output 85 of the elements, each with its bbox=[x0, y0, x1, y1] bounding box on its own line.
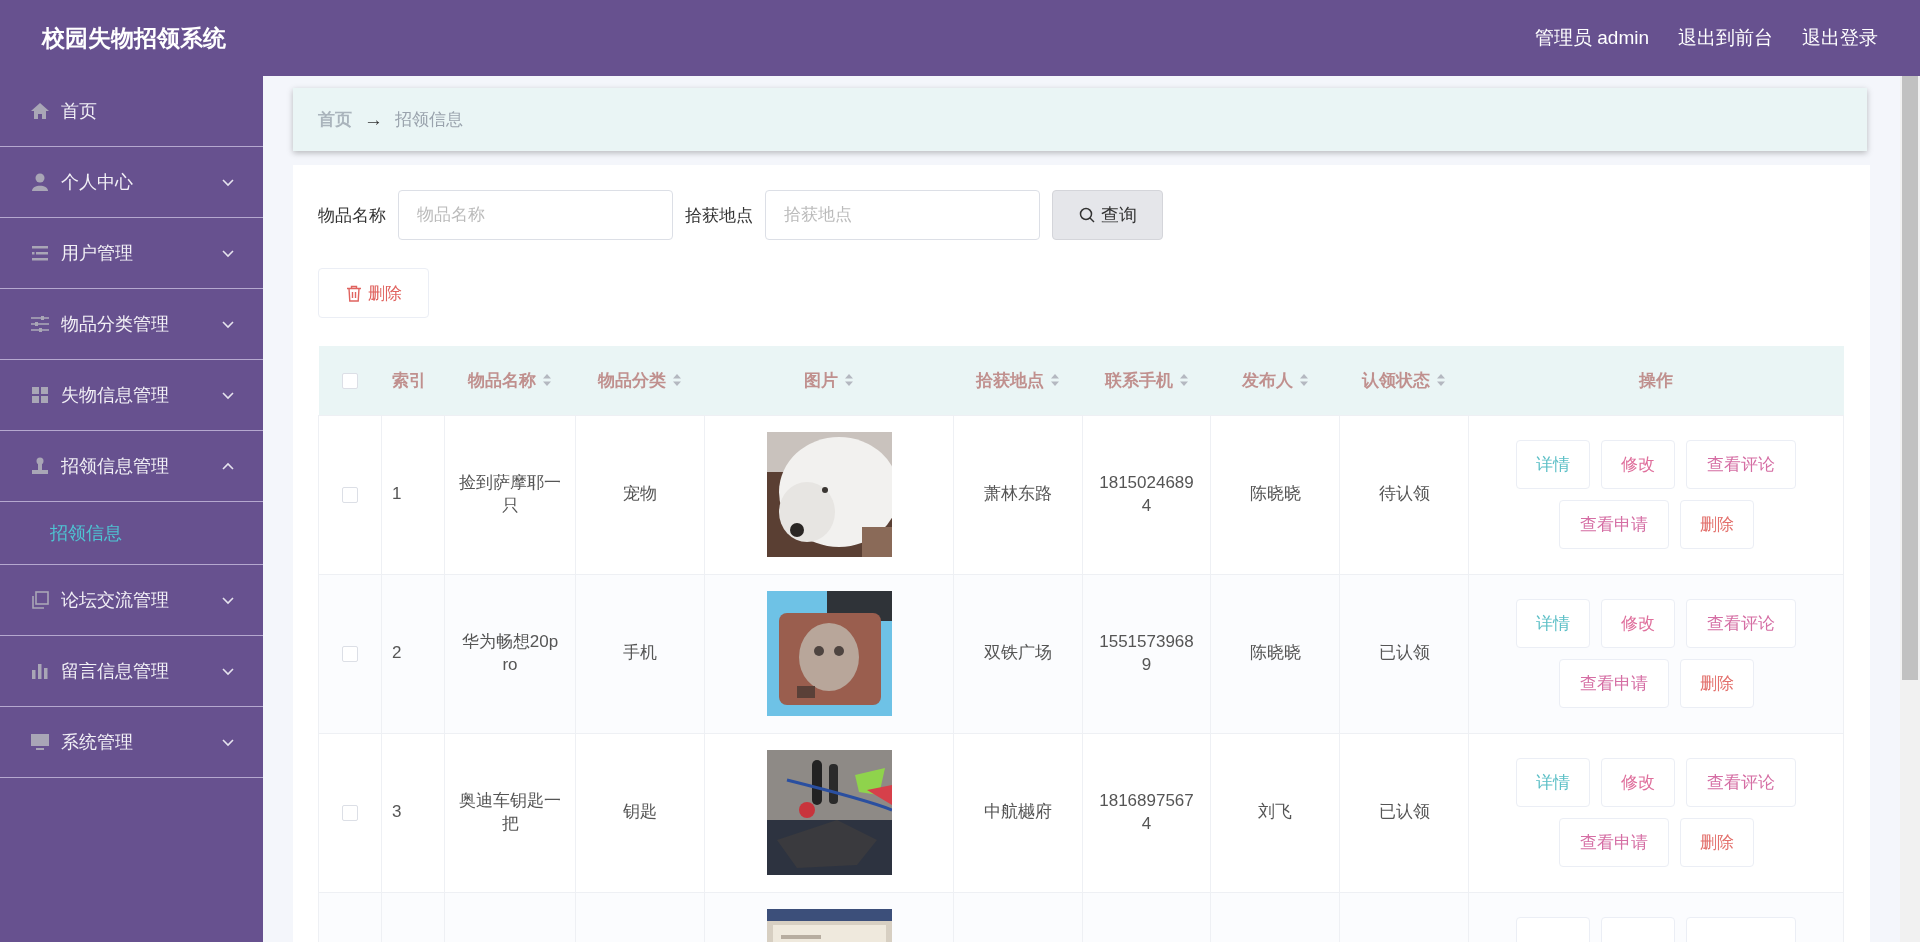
column-header[interactable]: 图片 bbox=[804, 368, 838, 392]
edit-button[interactable]: 修改 bbox=[1601, 757, 1675, 807]
column-header[interactable]: 物品名称 bbox=[468, 368, 536, 392]
app-title: 校园失物招领系统 bbox=[42, 23, 227, 53]
stamp-icon bbox=[30, 456, 50, 476]
header-link[interactable]: 退出到前台 bbox=[1678, 25, 1773, 51]
table-cell: 18168975674 bbox=[1099, 790, 1194, 833]
menu-item[interactable]: 留言信息管理 bbox=[0, 636, 263, 707]
edit-button[interactable]: 修改 bbox=[1601, 439, 1675, 489]
search-field[interactable]: 拾获地点 bbox=[765, 190, 1040, 240]
table-cell: 钥匙 bbox=[623, 802, 657, 822]
submenu-item[interactable]: 招领信息 bbox=[50, 521, 122, 545]
menu-item[interactable]: 招领信息管理 bbox=[0, 431, 263, 502]
list-icon bbox=[30, 243, 50, 263]
table-cell: 2 bbox=[392, 643, 402, 663]
table-cell: 陈晓晓 bbox=[1249, 643, 1301, 663]
column-header[interactable]: 联系手机 bbox=[1104, 368, 1173, 392]
copy-icon bbox=[30, 590, 50, 610]
field-label: 物品名称 bbox=[318, 204, 386, 227]
column-header: 操作 bbox=[1639, 369, 1673, 392]
scrollbar-thumb[interactable] bbox=[1902, 76, 1918, 680]
scrollbar[interactable] bbox=[1900, 76, 1920, 942]
details-button[interactable]: 详情 bbox=[1516, 439, 1590, 489]
person-icon bbox=[30, 172, 50, 192]
table-cell: 中航樾府 bbox=[984, 802, 1052, 822]
applications-button[interactable]: 查看申请 bbox=[1558, 658, 1669, 708]
comments-button[interactable]: 查看评论 bbox=[1686, 439, 1796, 489]
search-icon bbox=[1078, 207, 1095, 223]
bar-chart-icon bbox=[30, 661, 50, 681]
breadcrumb-item[interactable]: 首页 bbox=[318, 108, 352, 131]
table-cell: 捡到萨摩耶一只 bbox=[459, 472, 561, 515]
table-cell: 萧林东路 bbox=[984, 484, 1052, 504]
search-button[interactable]: 查询 bbox=[1052, 190, 1163, 240]
column-header[interactable]: 物品分类 bbox=[598, 368, 666, 392]
table-cell: 双铁广场 bbox=[984, 643, 1052, 663]
delete-button[interactable]: 删除 bbox=[1679, 658, 1754, 708]
table-cell: 18150246894 bbox=[1099, 472, 1194, 515]
delete-button[interactable]: 删除 bbox=[1679, 499, 1754, 549]
user-link[interactable]: 管理员 admin bbox=[1534, 25, 1649, 51]
row-checkbox[interactable] bbox=[342, 645, 358, 662]
menu-item[interactable]: 用户管理 bbox=[0, 218, 263, 289]
table-cell: 1 bbox=[392, 484, 402, 504]
edit-button[interactable]: 修改 bbox=[1601, 598, 1675, 648]
row-checkbox[interactable] bbox=[342, 804, 358, 821]
table-cell: 3 bbox=[392, 802, 402, 822]
header-link[interactable]: 退出登录 bbox=[1802, 25, 1878, 51]
monitor-icon bbox=[30, 732, 50, 752]
menu-item[interactable]: 首页 bbox=[0, 76, 263, 147]
sliders-icon bbox=[30, 314, 50, 334]
breadcrumb-arrow: → bbox=[364, 108, 383, 131]
menu-item[interactable]: 失物信息管理 bbox=[0, 360, 263, 431]
applications-button[interactable]: 查看申请 bbox=[1558, 817, 1669, 867]
comments-button[interactable]: 查看评论 bbox=[1686, 757, 1796, 807]
menu-item[interactable]: 个人中心 bbox=[0, 147, 263, 218]
trash-icon bbox=[345, 284, 362, 302]
row-checkbox[interactable] bbox=[342, 486, 358, 503]
select-all-checkbox[interactable] bbox=[342, 372, 358, 389]
table-cell: 宠物 bbox=[623, 484, 657, 504]
table-cell: 手机 bbox=[623, 643, 657, 663]
table-cell: 刘飞 bbox=[1258, 802, 1292, 822]
column-header[interactable]: 拾获地点 bbox=[976, 368, 1044, 392]
delete-button[interactable]: 删除 bbox=[318, 268, 429, 318]
column-header[interactable]: 发布人 bbox=[1241, 368, 1293, 392]
details-button[interactable]: 详情 bbox=[1516, 757, 1590, 807]
home-icon bbox=[30, 101, 50, 121]
table-cell: 待认领 bbox=[1378, 484, 1430, 504]
search-field[interactable]: 物品名称 bbox=[398, 190, 673, 240]
table-cell: 已认领 bbox=[1378, 802, 1430, 822]
menu-item[interactable]: 物品分类管理 bbox=[0, 289, 263, 360]
column-header[interactable]: 认领状态 bbox=[1362, 368, 1430, 392]
comments-button[interactable]: 查看评论 bbox=[1686, 598, 1796, 648]
table-cell: 15515739689 bbox=[1099, 631, 1194, 674]
applications-button[interactable]: 查看申请 bbox=[1558, 499, 1669, 549]
grid-icon bbox=[30, 385, 50, 405]
table-cell: 已认领 bbox=[1378, 643, 1430, 663]
menu-item[interactable]: 论坛交流管理 bbox=[0, 565, 263, 636]
delete-button[interactable]: 删除 bbox=[1679, 817, 1754, 867]
field-label: 拾获地点 bbox=[685, 204, 753, 227]
table-cell: 奥迪车钥匙一把 bbox=[459, 790, 561, 833]
breadcrumb-item: 招领信息 bbox=[395, 109, 463, 131]
column-header: 索引 bbox=[391, 369, 426, 392]
table-cell: 陈晓晓 bbox=[1249, 484, 1301, 504]
details-button[interactable]: 详情 bbox=[1516, 598, 1590, 648]
table-cell: 华为畅想20pro bbox=[461, 631, 559, 674]
menu-item[interactable]: 系统管理 bbox=[0, 707, 263, 778]
